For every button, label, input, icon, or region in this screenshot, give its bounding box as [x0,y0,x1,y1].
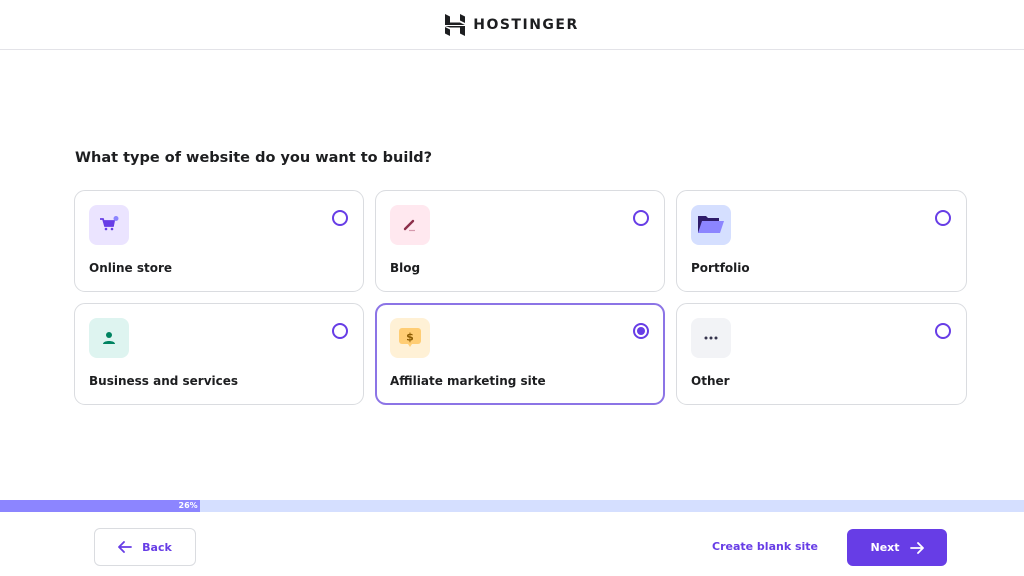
shopping-cart-icon [100,216,119,231]
online-store-icon-tile [89,205,129,245]
dollar-chat-icon: $ [399,328,421,347]
other-icon-tile [691,318,731,358]
option-affiliate-marketing[interactable]: $ Affiliate marketing site [375,303,665,405]
hostinger-logo-icon [445,13,466,36]
progress-bar: 26% [0,500,1024,512]
blog-icon-tile [390,205,430,245]
brand-name: HOSTINGER [473,16,579,33]
option-radio[interactable] [935,323,951,339]
option-label: Portfolio [691,261,750,275]
option-label: Other [691,374,730,388]
progress-label: 26% [178,501,198,510]
option-label: Online store [89,261,173,275]
top-header: HOSTINGER [0,0,1024,50]
option-online-store[interactable]: Online store [74,190,364,292]
create-blank-site-link[interactable]: Create blank site [712,540,818,553]
option-other[interactable]: Other [676,303,967,405]
option-radio[interactable] [935,210,951,226]
back-button[interactable]: Back [94,528,196,566]
website-type-options: Online store Blog Portfolio Business and… [74,190,967,405]
next-label: Next [870,541,900,554]
arrow-right-icon [909,541,924,554]
portfolio-icon-tile [691,205,731,245]
page-question: What type of website do you want to buil… [75,150,433,166]
hostinger-logo[interactable]: HOSTINGER [445,13,579,36]
option-radio[interactable] [332,210,348,226]
option-label: Business and services [89,374,239,388]
business-icon-tile [89,318,129,358]
arrow-left-icon [118,541,133,553]
next-button[interactable]: Next [847,529,947,566]
option-label: Affiliate marketing site [390,374,546,388]
progress-fill: 26% [0,500,200,512]
option-radio[interactable] [633,210,649,226]
option-label: Blog [390,261,421,275]
option-portfolio[interactable]: Portfolio [676,190,967,292]
option-radio-selected[interactable] [633,323,649,339]
option-radio[interactable] [332,323,348,339]
folder-icon [698,216,724,233]
back-label: Back [142,540,172,554]
more-dots-icon [704,336,718,340]
option-business-services[interactable]: Business and services [74,303,364,405]
svg-text:$: $ [406,331,414,344]
person-icon [103,332,115,344]
option-blog[interactable]: Blog [375,190,665,292]
affiliate-icon-tile: $ [390,318,430,358]
pen-icon [403,219,415,232]
